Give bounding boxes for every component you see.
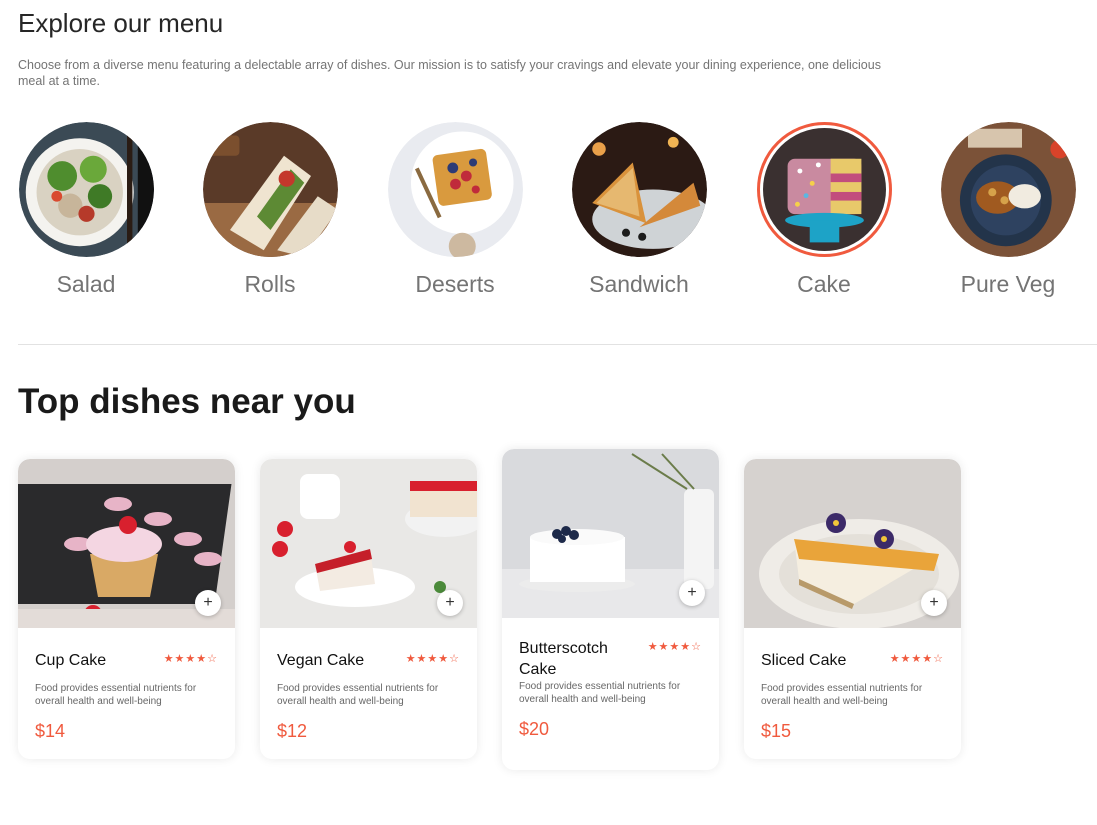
- vegan-cake-image: +: [260, 459, 477, 628]
- cup-cake-image: +: [18, 459, 235, 628]
- dish-price: $15: [761, 721, 792, 741]
- category-cake[interactable]: Cake: [756, 122, 892, 298]
- butterscotch-cake-image: +: [502, 449, 719, 618]
- top-dishes-title: Top dishes near you: [18, 382, 356, 421]
- sliced-cake-image: +: [744, 459, 961, 628]
- dish-card-sliced-cake[interactable]: + Sliced Cake ★★★★☆ Food provides essent…: [744, 459, 961, 759]
- dish-card-vegan-cake[interactable]: + Vegan Cake ★★★★☆ Food provides essenti…: [260, 459, 477, 759]
- rating-stars-icon: ★★★★☆: [889, 653, 944, 665]
- rating-stars-icon: ★★★★☆: [647, 641, 702, 653]
- deserts-image: [387, 122, 523, 257]
- category-label: Salad: [56, 271, 116, 297]
- dish-price: $14: [35, 721, 66, 741]
- dish-name: Vegan Cake: [277, 652, 365, 669]
- category-label: Rolls: [244, 271, 296, 297]
- section-divider: [18, 344, 1097, 345]
- rolls-image: [202, 122, 338, 257]
- salad-image: [18, 122, 154, 257]
- dish-card-butterscotch-cake[interactable]: + Butterscotch Cake ★★★★☆ Food provides …: [502, 449, 719, 770]
- category-label: Pure Veg: [960, 271, 1056, 297]
- pure-veg-image: [940, 122, 1076, 257]
- add-to-cart-button[interactable]: +: [921, 590, 947, 616]
- dish-name: Cup Cake: [35, 652, 107, 669]
- cake-image: [756, 122, 892, 257]
- category-deserts[interactable]: Deserts: [387, 122, 523, 298]
- add-to-cart-button[interactable]: +: [679, 580, 705, 606]
- dish-card-cup-cake[interactable]: + Cup Cake ★★★★☆ Food provides essential…: [18, 459, 235, 759]
- category-pure-veg[interactable]: Pure Veg: [940, 122, 1076, 298]
- dish-name: Butterscotch Cake: [519, 640, 608, 678]
- category-rolls[interactable]: Rolls: [202, 122, 338, 298]
- dish-description: Food provides essential nutrients for ov…: [761, 683, 923, 707]
- dish-description: Food provides essential nutrients for ov…: [35, 683, 197, 707]
- dish-description: Food provides essential nutrients for ov…: [519, 681, 681, 705]
- dish-name: Sliced Cake: [761, 652, 847, 669]
- rating-stars-icon: ★★★★☆: [163, 653, 218, 665]
- category-label: Deserts: [415, 271, 495, 297]
- dish-price: $12: [277, 721, 308, 741]
- add-to-cart-button[interactable]: +: [195, 590, 221, 616]
- sandwich-image: [571, 122, 707, 257]
- dish-description: Food provides essential nutrients for ov…: [277, 683, 439, 707]
- add-to-cart-button[interactable]: +: [437, 590, 463, 616]
- dish-price: $20: [519, 719, 550, 739]
- category-list: Salad Rolls Deserts Sandwich Cake Pure V…: [18, 122, 1088, 302]
- category-salad[interactable]: Salad: [18, 122, 154, 298]
- menu-title: Explore our menu: [18, 8, 224, 38]
- category-sandwich[interactable]: Sandwich: [571, 122, 707, 298]
- rating-stars-icon: ★★★★☆: [405, 653, 460, 665]
- category-label: Sandwich: [589, 271, 689, 297]
- category-label: Cake: [797, 271, 851, 297]
- menu-description: Choose from a diverse menu featuring a d…: [18, 58, 881, 88]
